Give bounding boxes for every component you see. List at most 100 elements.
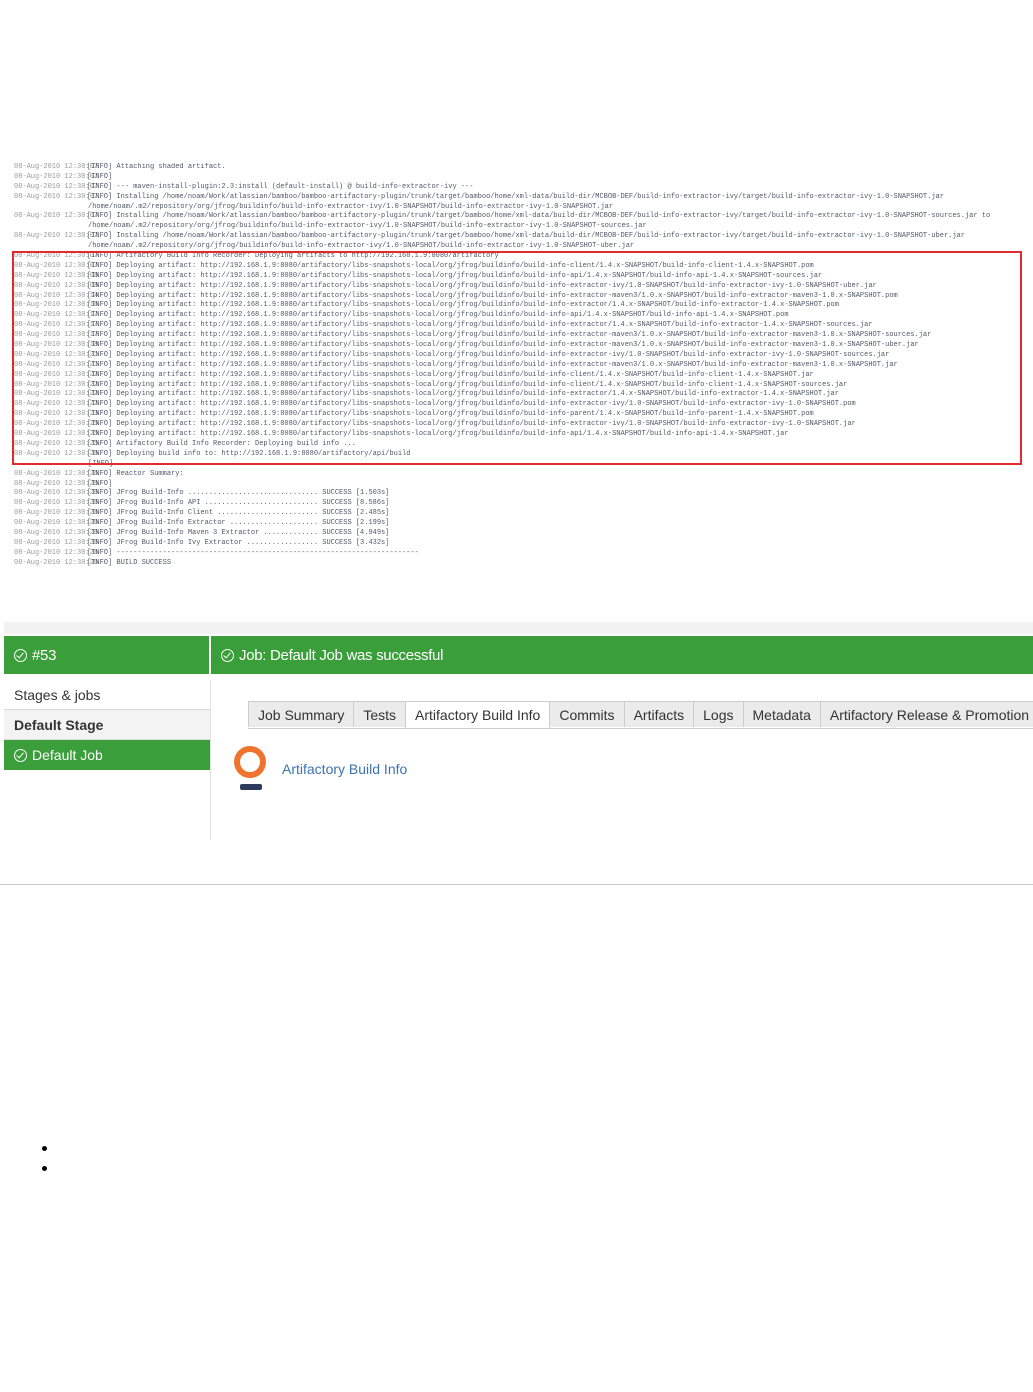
log-line: 08-Aug-2010 12:30:07[INFO] Installing /h… xyxy=(14,212,1032,222)
log-line: 08-Aug-2010 12:30:17[INFO] Deploying art… xyxy=(14,311,1032,321)
log-message: [INFO] xyxy=(87,172,113,181)
log-timestamp: 08-Aug-2010 12:30:17 xyxy=(14,311,99,320)
stages-sidebar: Stages & jobs Default Stage Default Job xyxy=(4,680,210,770)
log-message: [INFO] xyxy=(87,479,113,488)
tab-tests[interactable]: Tests xyxy=(353,701,407,727)
log-line: 08-Aug-2010 12:30:26[INFO] JFrog Build-I… xyxy=(14,519,1032,529)
log-message: [INFO] Reactor Summary: xyxy=(87,469,184,478)
log-message: [INFO] Deploying artifact: http://192.16… xyxy=(87,291,898,300)
log-timestamp: 08-Aug-2010 12:30:26 xyxy=(14,558,99,567)
log-timestamp: 08-Aug-2010 12:30:07 xyxy=(14,252,99,261)
log-message: [INFO] JFrog Build-Info Ivy Extractor ..… xyxy=(87,538,390,547)
log-message: [INFO] ---------------------------------… xyxy=(87,548,419,557)
log-message: [INFO] Deploying artifact: http://192.16… xyxy=(87,370,814,379)
build-log: 08-Aug-2010 12:30:07[INFO] Attaching sha… xyxy=(14,163,1032,575)
log-line: 08-Aug-2010 12:30:26[INFO] JFrog Build-I… xyxy=(14,509,1032,519)
log-line: 08-Aug-2010 12:30:25[INFO] Deploying art… xyxy=(14,430,1032,440)
log-line: 08-Aug-2010 12:30:14[INFO] Deploying art… xyxy=(14,292,1032,302)
log-timestamp: 08-Aug-2010 12:30:07 xyxy=(14,212,99,221)
tab-commits[interactable]: Commits xyxy=(549,701,625,727)
log-line: 08-Aug-2010 12:30:26[INFO] Deploying bui… xyxy=(14,450,1032,460)
log-message: [INFO] Deploying build info to: http://1… xyxy=(87,449,411,458)
build-number: #53 xyxy=(32,646,57,664)
log-message: [INFO] Deploying artifact: http://192.16… xyxy=(87,420,856,429)
log-timestamp: 08-Aug-2010 12:30:26 xyxy=(14,469,99,478)
log-timestamp: 08-Aug-2010 12:30:07 xyxy=(14,172,99,181)
log-line: 08-Aug-2010 12:30:22[INFO] Deploying art… xyxy=(14,371,1032,381)
log-timestamp: 08-Aug-2010 12:30:25 xyxy=(14,420,99,429)
stage-header: Default Stage xyxy=(4,710,210,740)
log-timestamp: 08-Aug-2010 12:30:26 xyxy=(14,499,99,508)
tab-artifactory-build-info[interactable]: Artifactory Build Info xyxy=(405,701,551,728)
list-item-bullet xyxy=(42,1166,47,1171)
log-timestamp: 08-Aug-2010 12:30:07 xyxy=(14,192,99,201)
log-line: 08-Aug-2010 12:30:07[INFO] Artifactory B… xyxy=(14,252,1032,262)
log-timestamp: 08-Aug-2010 12:30:26 xyxy=(14,449,99,458)
log-timestamp: 08-Aug-2010 12:30:26 xyxy=(14,489,99,498)
log-timestamp: 08-Aug-2010 12:30:21 xyxy=(14,350,99,359)
log-line: 08-Aug-2010 12:30:07[INFO] Attaching sha… xyxy=(14,163,1032,173)
log-message: [INFO] JFrog Build-Info ................… xyxy=(87,489,390,498)
build-number-header[interactable]: #53 xyxy=(4,636,209,674)
log-timestamp: 08-Aug-2010 12:30:26 xyxy=(14,548,99,557)
success-check-icon xyxy=(14,648,27,662)
log-timestamp: 08-Aug-2010 12:30:22 xyxy=(14,390,99,399)
log-timestamp: 08-Aug-2010 12:30:07 xyxy=(14,261,99,270)
log-message: [INFO] BUILD SUCCESS xyxy=(87,558,172,567)
log-timestamp: 08-Aug-2010 12:30:07 xyxy=(14,232,99,241)
log-message: [INFO] Artifactory Build Info Recorder: … xyxy=(87,439,356,448)
log-line: 08-Aug-2010 12:30:08[INFO] Deploying art… xyxy=(14,282,1032,292)
log-timestamp: 08-Aug-2010 12:30:07 xyxy=(14,182,99,191)
log-timestamp: 08-Aug-2010 12:30:16 xyxy=(14,301,99,310)
list-item-bullet xyxy=(42,1146,47,1151)
log-line: 08-Aug-2010 12:30:07[INFO] Installing /h… xyxy=(14,232,1032,242)
tab-job-summary[interactable]: Job Summary xyxy=(248,701,355,727)
log-line: 08-Aug-2010 12:30:07[INFO] xyxy=(14,173,1032,183)
log-line: /home/noam/.m2/repository/org/jfrog/buil… xyxy=(14,203,1032,213)
log-line: 08-Aug-2010 12:30:22[INFO] Deploying art… xyxy=(14,381,1032,391)
tab-artifactory-release-promotion[interactable]: Artifactory Release & Promotion xyxy=(819,701,1033,727)
log-line: 08-Aug-2010 12:30:22[INFO] Deploying art… xyxy=(14,390,1032,400)
log-timestamp: 08-Aug-2010 12:30:17 xyxy=(14,331,99,340)
success-check-icon xyxy=(221,648,234,662)
log-message: [INFO] Deploying artifact: http://192.16… xyxy=(87,390,839,399)
tab-metadata[interactable]: Metadata xyxy=(742,701,821,727)
sidebar-item-default-job[interactable]: Default Job xyxy=(4,740,210,770)
log-line: /home/noam/.m2/repository/org/jfrog/buil… xyxy=(14,222,1032,232)
build-result-panel: #53 Job: Default Job was successful Stag… xyxy=(4,622,1033,840)
log-line: 08-Aug-2010 12:30:21[INFO] Deploying art… xyxy=(14,351,1032,361)
tab-logs[interactable]: Logs xyxy=(693,701,744,727)
log-message: [INFO] --- maven-install-plugin:2.3:inst… xyxy=(87,182,474,191)
log-timestamp: 08-Aug-2010 12:30:18 xyxy=(14,341,99,350)
log-message: [INFO] Deploying artifact: http://192.16… xyxy=(87,331,932,340)
log-line: 08-Aug-2010 12:30:07[INFO] Installing /h… xyxy=(14,193,1032,203)
log-message: [INFO] JFrog Build-Info API ............… xyxy=(87,499,390,508)
success-check-icon xyxy=(14,748,27,762)
panel-top-strip xyxy=(4,622,1033,634)
stages-and-jobs-link[interactable]: Stages & jobs xyxy=(4,680,210,710)
log-message: [INFO] Deploying artifact: http://192.16… xyxy=(87,271,823,280)
artifactory-build-info-link[interactable]: Artifactory Build Info xyxy=(282,761,407,777)
log-message: [INFO] Deploying artifact: http://192.16… xyxy=(87,301,839,310)
tab-artifacts[interactable]: Artifacts xyxy=(623,701,695,727)
log-line: 08-Aug-2010 12:30:07[INFO] Deploying art… xyxy=(14,262,1032,272)
log-message: [INFO] Deploying artifact: http://192.16… xyxy=(87,350,890,359)
log-message: [INFO] JFrog Build-Info Client .........… xyxy=(87,509,390,518)
log-line: 08-Aug-2010 12:30:26[INFO] JFrog Build-I… xyxy=(14,489,1032,499)
artifactory-build-info-row: Artifactory Build Info xyxy=(233,746,407,794)
log-timestamp: 08-Aug-2010 12:30:25 xyxy=(14,439,99,448)
log-message: [INFO] Deploying artifact: http://192.16… xyxy=(87,281,877,290)
log-timestamp: 08-Aug-2010 12:30:22 xyxy=(14,370,99,379)
log-timestamp: 08-Aug-2010 12:30:08 xyxy=(14,271,99,280)
artifactory-logo-icon xyxy=(233,746,269,794)
log-timestamp: 08-Aug-2010 12:30:26 xyxy=(14,479,99,488)
log-message: /home/noam/.m2/repository/org/jfrog/buil… xyxy=(88,202,614,211)
log-line: 08-Aug-2010 12:30:16[INFO] Deploying art… xyxy=(14,301,1032,311)
log-message: [INFO] Deploying artifact: http://192.16… xyxy=(87,341,919,350)
log-line: 08-Aug-2010 12:30:17[INFO] Deploying art… xyxy=(14,321,1032,331)
log-timestamp: 08-Aug-2010 12:30:22 xyxy=(14,400,99,409)
log-message: [INFO] xyxy=(88,459,114,468)
log-message: [INFO] Deploying artifact: http://192.16… xyxy=(87,321,873,330)
log-message: [INFO] Deploying artifact: http://192.16… xyxy=(87,261,814,270)
log-message: [INFO] Deploying artifact: http://192.16… xyxy=(87,380,848,389)
